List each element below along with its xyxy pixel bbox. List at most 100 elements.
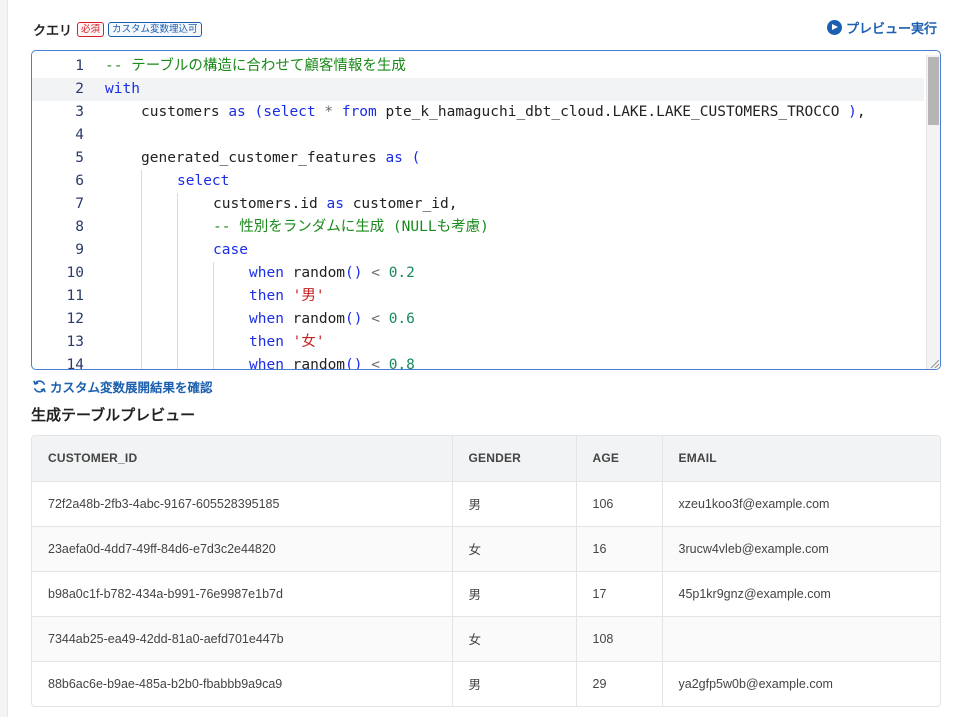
code-token: () — [345, 357, 363, 369]
code-line[interactable]: 3 customers as (select * from pte_k_hamag… — [32, 101, 924, 124]
cell-age: 16 — [576, 525, 663, 571]
check-custom-variables-link[interactable]: カスタム変数展開結果を確認 — [32, 377, 213, 396]
indent-guide — [177, 216, 178, 239]
cell-email: 45p1kr9gnz@example.com — [662, 570, 940, 616]
preview-run-label: プレビュー実行 — [845, 22, 937, 37]
code-token: customers — [141, 104, 229, 120]
cell-email — [662, 615, 940, 661]
code-area[interactable]: 1 -- テーブルの構造に合わせて顧客情報を生成 2 with 3 customers a… — [32, 55, 924, 369]
code-token: ) — [848, 104, 857, 120]
indent-guide — [213, 285, 214, 308]
line-code: -- テーブルの構造に合わせて顧客情報を生成 — [105, 55, 406, 78]
indent-guide — [177, 193, 178, 216]
indent-guide — [213, 331, 214, 354]
line-number: 1 — [75, 58, 84, 74]
indent-guide — [213, 354, 214, 369]
line-number: 7 — [75, 196, 84, 212]
code-line[interactable]: 2 with — [32, 78, 924, 101]
cell-email: ya2gfp5w0b@example.com — [662, 660, 940, 706]
indent-guide — [177, 354, 178, 369]
code-line[interactable]: 7 customers.id as customer_id, — [32, 193, 924, 216]
table-row: b98a0c1f-b782-434a-b991-76e9987e1b7d 男 1… — [32, 570, 940, 616]
code-line[interactable]: 10 when random() < 0.2 — [32, 262, 924, 285]
line-number: 6 — [75, 173, 84, 189]
code-token: when — [249, 265, 284, 281]
line-code: generated_customer_features as ( — [141, 147, 420, 170]
code-token: then — [249, 334, 284, 350]
table-row: 72f2a48b-2fb3-4abc-9167-605528395185 男 1… — [32, 480, 940, 526]
code-token: < — [371, 311, 380, 327]
cell-gender: 女 — [452, 525, 577, 571]
indent-guide — [141, 193, 142, 216]
code-line[interactable]: 4 — [32, 124, 924, 147]
code-token: () — [345, 265, 363, 281]
code-token: < — [371, 265, 380, 281]
column-header-customer-id: CUSTOMER_ID — [32, 436, 453, 481]
code-token: select — [177, 173, 230, 189]
indent-guide — [141, 285, 142, 308]
editor-scroll-thumb[interactable] — [928, 57, 939, 125]
indent-guide — [177, 262, 178, 285]
line-number: 14 — [66, 357, 84, 369]
code-line[interactable]: 14 when random() < 0.8 — [32, 354, 924, 369]
code-token: then — [249, 288, 284, 304]
indent-guide — [141, 239, 142, 262]
indent-guide — [141, 216, 142, 239]
line-number: 12 — [66, 311, 84, 327]
line-code: -- 性別をランダムに生成 (NULLも考慮) — [213, 216, 489, 239]
code-line[interactable]: 1 -- テーブルの構造に合わせて顧客情報を生成 — [32, 55, 924, 78]
play-circle-icon — [826, 20, 842, 35]
required-badge: 必須 — [77, 21, 105, 37]
query-header: クエリ 必須 カスタム変数埋込可 プレビュー実行 — [33, 18, 939, 40]
cell-age: 29 — [576, 660, 663, 706]
code-line[interactable]: 5 generated_customer_features as ( — [32, 147, 924, 170]
line-code: case — [213, 239, 248, 262]
cell-customer-id: 88b6ac6e-b9ae-485a-b2b0-fbabbb9a9ca9 — [32, 660, 453, 706]
code-token: case — [213, 242, 248, 258]
code-token: generated_customer_features — [141, 150, 386, 166]
editor-scrollbar[interactable] — [926, 55, 940, 369]
code-line[interactable]: 8 -- 性別をランダムに生成 (NULLも考慮) — [32, 216, 924, 239]
code-line[interactable]: 12 when random() < 0.6 — [32, 308, 924, 331]
cell-gender: 男 — [452, 480, 577, 526]
line-code: then '女' — [249, 331, 325, 354]
line-number: 4 — [75, 127, 84, 143]
line-number: 8 — [75, 219, 84, 235]
line-code: then '男' — [249, 285, 325, 308]
code-token: when — [249, 357, 284, 369]
line-number: 10 — [66, 265, 84, 281]
table-row: 7344ab25-ea49-42dd-81a0-aefd701e447b 女 1… — [32, 615, 940, 661]
line-code: customers as (select * from pte_k_hamagu… — [141, 101, 866, 124]
line-number: 5 — [75, 150, 84, 166]
cell-customer-id: 7344ab25-ea49-42dd-81a0-aefd701e447b — [32, 615, 453, 661]
editor-resize-handle[interactable] — [931, 360, 939, 368]
table-header-row: CUSTOMER_ID GENDER AGE EMAIL — [32, 436, 940, 481]
code-line[interactable]: 11 then '男' — [32, 285, 924, 308]
code-token: ( — [411, 150, 421, 166]
indent-guide — [177, 239, 178, 262]
line-number: 13 — [66, 334, 84, 350]
check-custom-variables-label: カスタム変数展開結果を確認 — [50, 380, 213, 395]
code-token: () — [345, 311, 363, 327]
preview-section-title: 生成テーブルプレビュー — [31, 406, 196, 424]
line-code: when random() < 0.6 — [249, 308, 415, 331]
line-code: customers.id as customer_id, — [213, 193, 457, 216]
code-token: when — [249, 311, 284, 327]
preview-run-button[interactable]: プレビュー実行 — [826, 18, 937, 37]
custom-variables-badge: カスタム変数埋込可 — [108, 21, 202, 37]
code-line[interactable]: 13 then '女' — [32, 331, 924, 354]
cell-gender: 男 — [452, 660, 577, 706]
table-row: 88b6ac6e-b9ae-485a-b2b0-fbabbb9a9ca9 男 2… — [32, 660, 940, 706]
line-code: with — [105, 78, 140, 101]
code-line[interactable]: 9 case — [32, 239, 924, 262]
code-token: random — [283, 357, 346, 369]
indent-guide — [177, 308, 178, 331]
sql-query-editor[interactable]: 1 -- テーブルの構造に合わせて顧客情報を生成 2 with 3 customers a… — [31, 50, 941, 370]
code-line[interactable]: 6 select — [32, 170, 924, 193]
